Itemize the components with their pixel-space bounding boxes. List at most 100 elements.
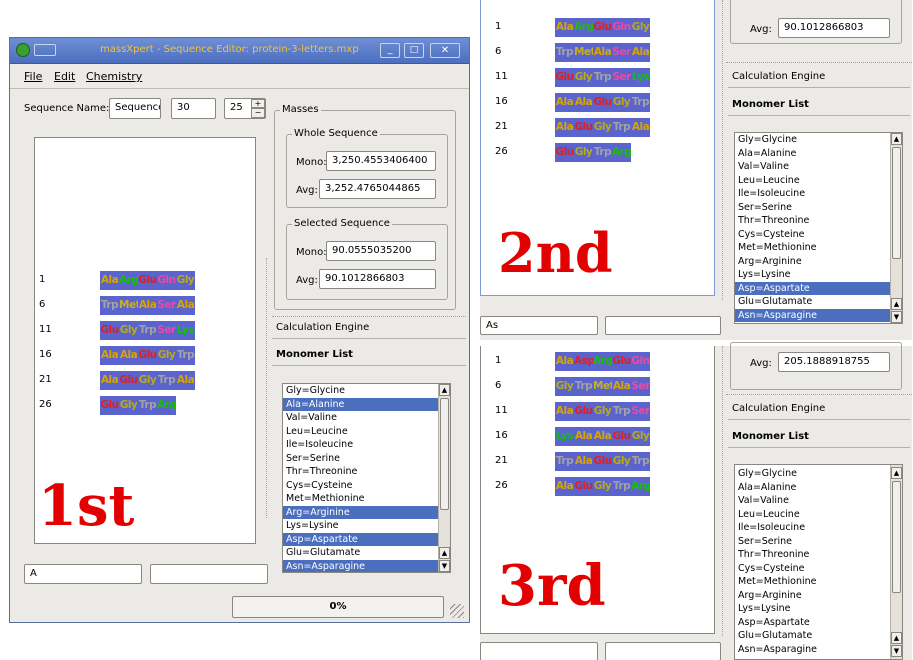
monomer-listbox-3[interactable]: Gly=Glycine Ala=Alanine Val=Valine Leu=Leuc… [734, 464, 903, 660]
monomer-cell[interactable]: Ala [555, 93, 574, 112]
monomer-cell[interactable]: Arg [593, 352, 613, 371]
monomer-list-item[interactable]: Ala=Alanine [283, 397, 438, 411]
vertical-scrollbar-3[interactable]: ▲ ▲ ▼ [890, 465, 902, 659]
monomer-cell[interactable]: Gly [593, 118, 612, 137]
monomer-cell[interactable]: Glu [612, 352, 631, 371]
monomer-list-item[interactable]: Thr=Threonine [283, 465, 438, 479]
scroll-up-button[interactable]: ▲ [439, 384, 450, 396]
monomer-cell[interactable]: Ser [631, 402, 650, 421]
monomer-cell[interactable]: Trp [138, 321, 157, 340]
monomer-list-item[interactable]: Arg=Arginine [735, 255, 890, 269]
splitter-handle[interactable] [266, 258, 270, 518]
monomer-cell[interactable]: Arg [574, 18, 594, 37]
monomer-cell[interactable]: Gly [612, 452, 631, 471]
monomer-list-item[interactable]: Ser=Serine [283, 452, 438, 466]
monomer-cell[interactable]: Arg [612, 143, 632, 162]
monomer-cell[interactable]: Trp [612, 118, 631, 137]
spin-down-button[interactable]: − [251, 108, 265, 118]
scroll-down-button-2a[interactable]: ▲ [891, 298, 902, 310]
monomer-cell[interactable]: Gly [593, 402, 612, 421]
monomer-cell[interactable]: Ala [555, 352, 574, 371]
close-button[interactable]: ✕ [430, 43, 460, 58]
monomer-cell[interactable]: Ala [555, 477, 574, 496]
monomer-list-item[interactable]: Leu=Leucine [735, 508, 890, 522]
monomer-cell[interactable]: Ala [574, 427, 593, 446]
scroll-up-button-3[interactable]: ▲ [891, 467, 902, 479]
whole-mono-value[interactable]: 3,250.4553406400 [326, 151, 436, 171]
monomer-cell[interactable]: Ala [555, 402, 574, 421]
monomer-cell[interactable]: Met [593, 377, 615, 396]
tab-monomer-list-2[interactable]: Monomer List [728, 94, 910, 116]
app-icon[interactable] [16, 43, 30, 57]
monomer-list-item[interactable]: Ile=Isoleucine [735, 187, 890, 201]
monomer-list-item[interactable]: Lys=Lysine [283, 519, 438, 533]
monomer-cell[interactable]: Glu [138, 346, 157, 365]
monomer-cell[interactable]: Glu [555, 68, 574, 87]
maximize-button[interactable]: □ [404, 43, 424, 58]
monomer-cell[interactable]: Trp [555, 43, 574, 62]
monomer-list-item[interactable]: Leu=Leucine [735, 174, 890, 188]
selected-avg-value[interactable]: 90.1012866803 [319, 269, 436, 289]
monomer-listbox[interactable]: Gly=Glycine Ala=Alanine Val=Valine Leu=Leuc… [282, 383, 451, 573]
scroll-down-button-3b[interactable]: ▼ [891, 645, 902, 657]
monomer-cell[interactable]: Ala [100, 271, 119, 290]
monomer-cell[interactable]: Ser [612, 68, 631, 87]
whole-avg-value[interactable]: 3,252.4765044865 [319, 179, 436, 199]
monomer-cell[interactable]: Lys [555, 427, 574, 446]
vertical-scrollbar-2[interactable]: ▲ ▲ ▼ [890, 133, 902, 323]
resize-grip-icon[interactable] [450, 604, 464, 618]
monomer-list-item[interactable]: Asn=Asparagine [283, 559, 438, 572]
monomer-cell[interactable]: Ala [100, 346, 119, 365]
monomer-cell[interactable]: Arg [631, 477, 651, 496]
monomer-list-item[interactable]: Cys=Cysteine [283, 479, 438, 493]
monomer-list-item[interactable]: Cys=Cysteine [735, 228, 890, 242]
selected-mono-value[interactable]: 90.0555035200 [326, 241, 436, 261]
monomer-cell[interactable]: Glu [574, 477, 593, 496]
secondary-input-3[interactable] [605, 642, 721, 660]
sequence-name-input[interactable]: Sequence [109, 98, 161, 119]
monomer-list-item[interactable]: Glu=Glutamate [735, 295, 890, 309]
monomer-cell[interactable]: Ser [157, 296, 176, 315]
monomer-list-item[interactable]: Glu=Glutamate [283, 546, 438, 560]
monomer-cell[interactable]: Glu [100, 396, 119, 415]
monomer-cell[interactable]: Gly [631, 427, 650, 446]
monomer-list-item[interactable]: Thr=Threonine [735, 214, 890, 228]
monomer-cell[interactable]: Glu [574, 118, 593, 137]
monomer-cell[interactable]: Gly [631, 18, 650, 37]
splitter-handle-2[interactable] [722, 0, 726, 300]
monomer-cell[interactable]: Gly [138, 371, 157, 390]
monomer-cell[interactable]: Trp [176, 346, 195, 365]
monomer-cell[interactable]: Gly [119, 321, 138, 340]
title-bar[interactable]: massXpert - Sequence Editor: protein-3-l… [10, 38, 469, 64]
monomer-list-item[interactable]: Asp=Aspartate [283, 532, 438, 546]
monomer-cell[interactable]: Ser [631, 377, 650, 396]
monomer-cell[interactable]: Trp [612, 402, 631, 421]
monomer-list-item[interactable]: Gly=Glycine [283, 384, 438, 398]
scroll-thumb-3[interactable] [892, 481, 901, 593]
scroll-down-button[interactable]: ▲ [439, 547, 450, 559]
monomer-list-item[interactable]: Val=Valine [735, 494, 890, 508]
shade-icon[interactable] [34, 44, 56, 56]
scroll-down-button-2b[interactable]: ▼ [891, 311, 902, 323]
monomer-list-item[interactable]: Thr=Threonine [735, 548, 890, 562]
monomer-list-item[interactable]: Ala=Alanine [735, 481, 890, 495]
monomer-cell[interactable]: Ala [593, 427, 612, 446]
monomer-cell[interactable]: Arg [119, 271, 139, 290]
scroll-down-button-2[interactable]: ▼ [439, 560, 450, 572]
monomer-list-item[interactable]: Lys=Lysine [735, 268, 890, 282]
monomer-list-item[interactable]: Met=Methionine [735, 575, 890, 589]
monomer-cell[interactable]: Trp [593, 143, 612, 162]
monomer-cell[interactable]: Trp [157, 371, 176, 390]
monomer-cell[interactable]: Glu [593, 93, 612, 112]
tab-calculation-engine-3[interactable]: Calculation Engine [728, 398, 910, 420]
monomer-list-item[interactable]: Arg=Arginine [283, 505, 438, 519]
monomer-list-item[interactable]: Asp=Aspartate [735, 281, 890, 295]
tab-calculation-engine-2[interactable]: Calculation Engine [728, 66, 910, 88]
monomer-filter-input-2[interactable]: As [480, 316, 598, 335]
monomer-cell[interactable]: Gly [119, 396, 138, 415]
monomer-cell[interactable]: Gly [176, 271, 195, 290]
monomer-list-item[interactable]: Ser=Serine [735, 535, 890, 549]
tab-monomer-list-3[interactable]: Monomer List [728, 426, 910, 448]
avg-value-3[interactable]: 205.1888918755 [778, 352, 890, 372]
monomer-filter-input-3[interactable] [480, 642, 598, 660]
